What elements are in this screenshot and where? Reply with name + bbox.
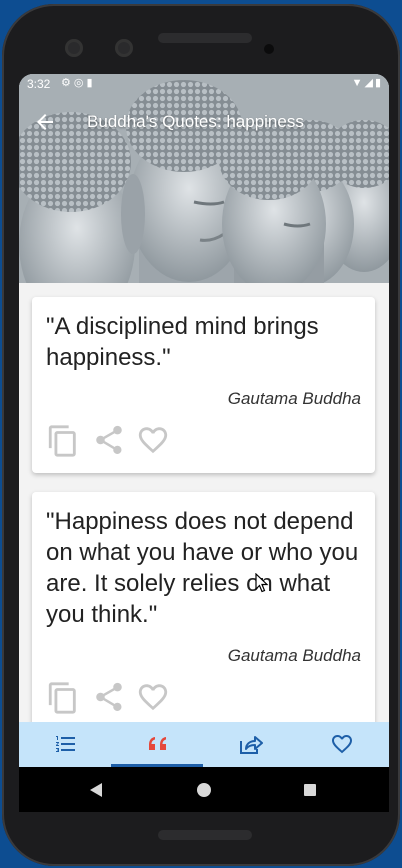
- status-bar: 3:32 ⚙◎▮ ▼◢▮: [19, 74, 389, 94]
- quote-text: "A disciplined mind brings happiness.": [46, 313, 319, 371]
- back-triangle-icon[interactable]: [89, 782, 103, 798]
- nav-favorites[interactable]: [295, 722, 387, 767]
- signal-battery-icons: ▼◢▮: [351, 77, 383, 89]
- quote-actions: [46, 423, 186, 459]
- back-button[interactable]: [33, 110, 57, 134]
- bottom-navigation: [19, 722, 389, 767]
- share-button[interactable]: [92, 423, 126, 457]
- heart-outline-icon: [332, 735, 352, 754]
- quote-text: "Happiness does not depend on what you h…: [46, 508, 359, 628]
- heart-outline-icon: [138, 684, 168, 711]
- app-bar: Buddha's Quotes: happiness: [19, 102, 389, 142]
- copy-icon: [48, 682, 76, 714]
- heart-outline-icon: [138, 427, 168, 454]
- phone-frame: 3:32 ⚙◎▮ ▼◢▮ Buddha's Quotes: happiness …: [2, 4, 400, 866]
- page-title: Buddha's Quotes: happiness: [87, 112, 304, 131]
- quote-author: Gautama Buddha: [227, 389, 361, 408]
- nav-quotes[interactable]: [111, 722, 203, 767]
- quote-actions: [46, 680, 186, 716]
- bottom-speaker: [158, 830, 252, 840]
- quote-card: "A disciplined mind brings happiness." G…: [32, 297, 375, 473]
- quote-author: Gautama Buddha: [227, 646, 361, 665]
- favorite-button[interactable]: [136, 680, 170, 714]
- front-camera: [65, 39, 83, 57]
- share-arrow-icon: [240, 736, 263, 754]
- app-screen: 3:32 ⚙◎▮ ▼◢▮ Buddha's Quotes: happiness …: [19, 74, 389, 812]
- notification-icons: ⚙◎▮: [61, 77, 96, 89]
- mouse-cursor-icon: [255, 573, 269, 593]
- proximity-sensor: [264, 44, 274, 54]
- favorite-button[interactable]: [136, 423, 170, 457]
- home-circle-icon[interactable]: [196, 782, 212, 798]
- copy-icon: [48, 425, 76, 457]
- nav-share[interactable]: [203, 722, 295, 767]
- numbered-list-icon: [56, 736, 75, 752]
- nav-categories[interactable]: [19, 722, 111, 767]
- header-image: 3:32 ⚙◎▮ ▼◢▮ Buddha's Quotes: happiness: [19, 74, 389, 283]
- share-icon: [96, 682, 122, 712]
- quote-card: "Happiness does not depend on what you h…: [32, 492, 375, 752]
- arrow-left-icon: [37, 114, 53, 130]
- copy-button[interactable]: [46, 423, 80, 457]
- share-button[interactable]: [92, 680, 126, 714]
- secondary-camera: [115, 39, 133, 57]
- system-navigation-bar: [19, 767, 389, 812]
- recents-square-icon[interactable]: [303, 783, 317, 797]
- quote-icon: [149, 737, 166, 750]
- share-icon: [96, 425, 122, 455]
- top-speaker: [158, 33, 252, 43]
- status-time: 3:32: [27, 77, 51, 91]
- copy-button[interactable]: [46, 680, 80, 714]
